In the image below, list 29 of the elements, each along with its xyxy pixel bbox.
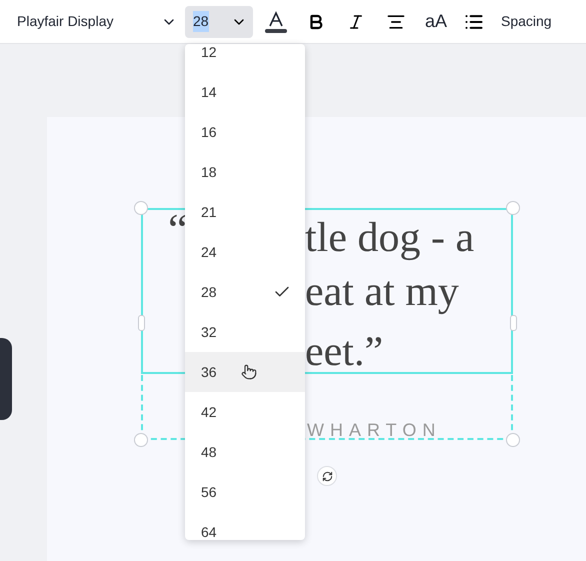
italic-icon (347, 12, 365, 30)
quote-text: eat at my (305, 268, 459, 317)
quote-text: tle dog - a (305, 214, 474, 263)
font-size-dropdown[interactable]: 28 (185, 6, 253, 38)
font-family-dropdown[interactable]: Playfair Display (17, 6, 177, 38)
font-size-option[interactable]: 56 (185, 472, 305, 512)
font-size-option[interactable]: 48 (185, 432, 305, 472)
text-case-button[interactable]: aA (421, 6, 451, 38)
font-size-option[interactable]: 36 (185, 352, 305, 392)
rotate-icon (322, 470, 332, 482)
font-size-option[interactable]: 64 (185, 512, 305, 540)
font-size-option[interactable]: 32 (185, 312, 305, 352)
font-size-value: 28 (193, 11, 209, 32)
resize-handle[interactable] (138, 315, 145, 331)
font-size-option[interactable]: 16 (185, 112, 305, 152)
resize-handle[interactable] (510, 315, 517, 331)
text-color-icon (265, 10, 287, 34)
author-text: WHARTON (307, 419, 442, 442)
font-size-option[interactable]: 24 (185, 232, 305, 272)
spacing-button[interactable]: Spacing (501, 6, 552, 38)
hand-cursor-icon (241, 364, 257, 380)
font-size-option[interactable]: 28 (185, 272, 305, 312)
quote-text: “ (168, 208, 188, 252)
quote-text: eet.” (305, 328, 384, 377)
font-size-option[interactable]: 18 (185, 152, 305, 192)
font-size-option[interactable]: 42 (185, 392, 305, 432)
font-size-option[interactable]: 21 (185, 192, 305, 232)
font-size-option[interactable]: 12 (185, 44, 305, 72)
font-size-option[interactable]: 14 (185, 72, 305, 112)
